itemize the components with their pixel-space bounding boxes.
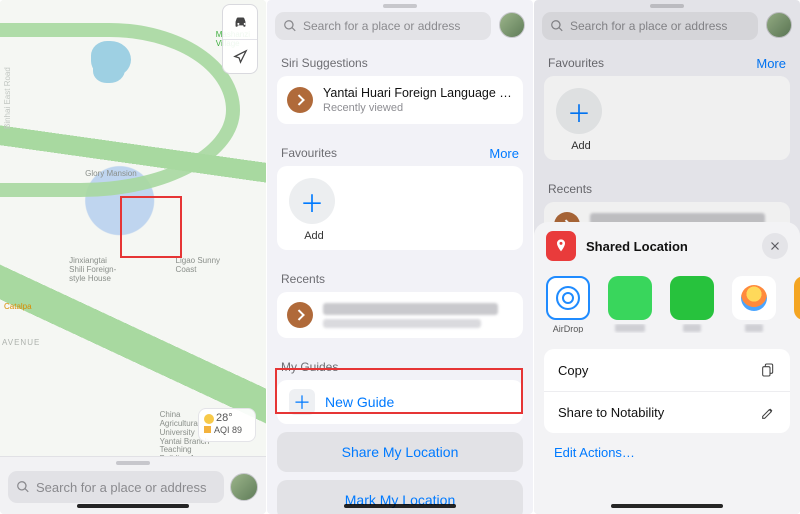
mark-my-location-button[interactable]: Mark My Location [277,480,523,514]
driving-mode-button[interactable] [223,5,257,39]
section-header-siri: Siri Suggestions [267,44,533,76]
more-link[interactable]: More [489,134,533,161]
copy-action[interactable]: Copy [544,349,790,391]
poi-label: Ligao Sunny Coast [176,257,220,275]
avatar[interactable] [499,12,525,38]
phone-share-sheet: Search for a place or address More Favou… [534,0,800,514]
share-apps-row[interactable]: AirDrop [534,270,800,343]
home-indicator [344,504,456,508]
annotation-highlight-box [120,196,182,258]
poi-label: Binhai East Road [4,67,13,129]
section-header-recents: Recents [267,260,533,292]
sun-icon [204,414,214,424]
locate-me-button[interactable] [223,39,257,73]
aqi-icon [204,426,211,433]
sheet-header: Search for a place or address [267,0,533,44]
share-my-location-button[interactable]: Share My Location [277,432,523,472]
airdrop-icon [546,276,590,320]
siri-suggestion-item[interactable]: Yantai Huari Foreign Language School (..… [277,76,523,124]
search-input[interactable]: Search for a place or address [8,471,224,503]
share-app-airdrop[interactable]: AirDrop [546,276,590,333]
favourites-card: ＋ Add [277,166,523,250]
poi-label: Glory Mansion [85,170,137,179]
app-icon [794,276,800,320]
share-actions-list: Copy Share to Notability [544,349,790,433]
suggestion-subtitle: Recently viewed [323,102,513,114]
poi-label: Jinxiangtai Shili Foreign- style House [69,257,116,283]
blurred-subtitle [323,319,481,328]
share-sheet-title: Shared Location [586,239,688,254]
home-indicator [611,504,723,508]
share-to-notability-action[interactable]: Share to Notability [544,391,790,433]
close-icon [769,240,781,252]
search-placeholder: Search for a place or address [36,480,207,495]
blurred-title [323,303,498,315]
phone-search-sheet: Search for a place or address Siri Sugge… [267,0,533,514]
copy-icon [760,362,776,378]
share-app[interactable] [608,276,652,333]
share-sheet: Shared Location AirDrop [534,222,800,514]
suggestion-title: Yantai Huari Foreign Language School (..… [323,86,513,100]
add-label: Add [289,230,339,242]
pin-icon [546,231,576,261]
app-icon [732,276,776,320]
grabber[interactable] [116,461,150,465]
poi-label: Catalpa [4,303,32,312]
map-controls [222,4,258,74]
weather-widget[interactable]: 28° AQI 89 [198,408,256,442]
poi-label: AVENUE [2,339,40,348]
location-bullet-icon [287,87,313,113]
grabber[interactable] [383,4,417,8]
edit-actions-link[interactable]: Edit Actions… [534,433,800,472]
search-icon [283,19,297,33]
phone-map-screen: Mashanzi Village Glory Mansion Jinxiangt… [0,0,266,514]
annotation-highlight-box [275,368,523,414]
share-app-more[interactable] [794,276,800,333]
share-app[interactable] [670,276,714,333]
share-app[interactable] [732,276,776,333]
app-icon [608,276,652,320]
avatar[interactable] [230,473,258,501]
pencil-icon [760,405,776,421]
home-indicator [77,504,189,508]
recent-item[interactable] [277,292,523,338]
search-input[interactable]: Search for a place or address [275,12,491,40]
close-button[interactable] [762,233,788,259]
search-icon [16,480,30,494]
app-icon [670,276,714,320]
add-favourite-button[interactable]: ＋ [289,178,335,224]
location-bullet-icon [287,302,313,328]
